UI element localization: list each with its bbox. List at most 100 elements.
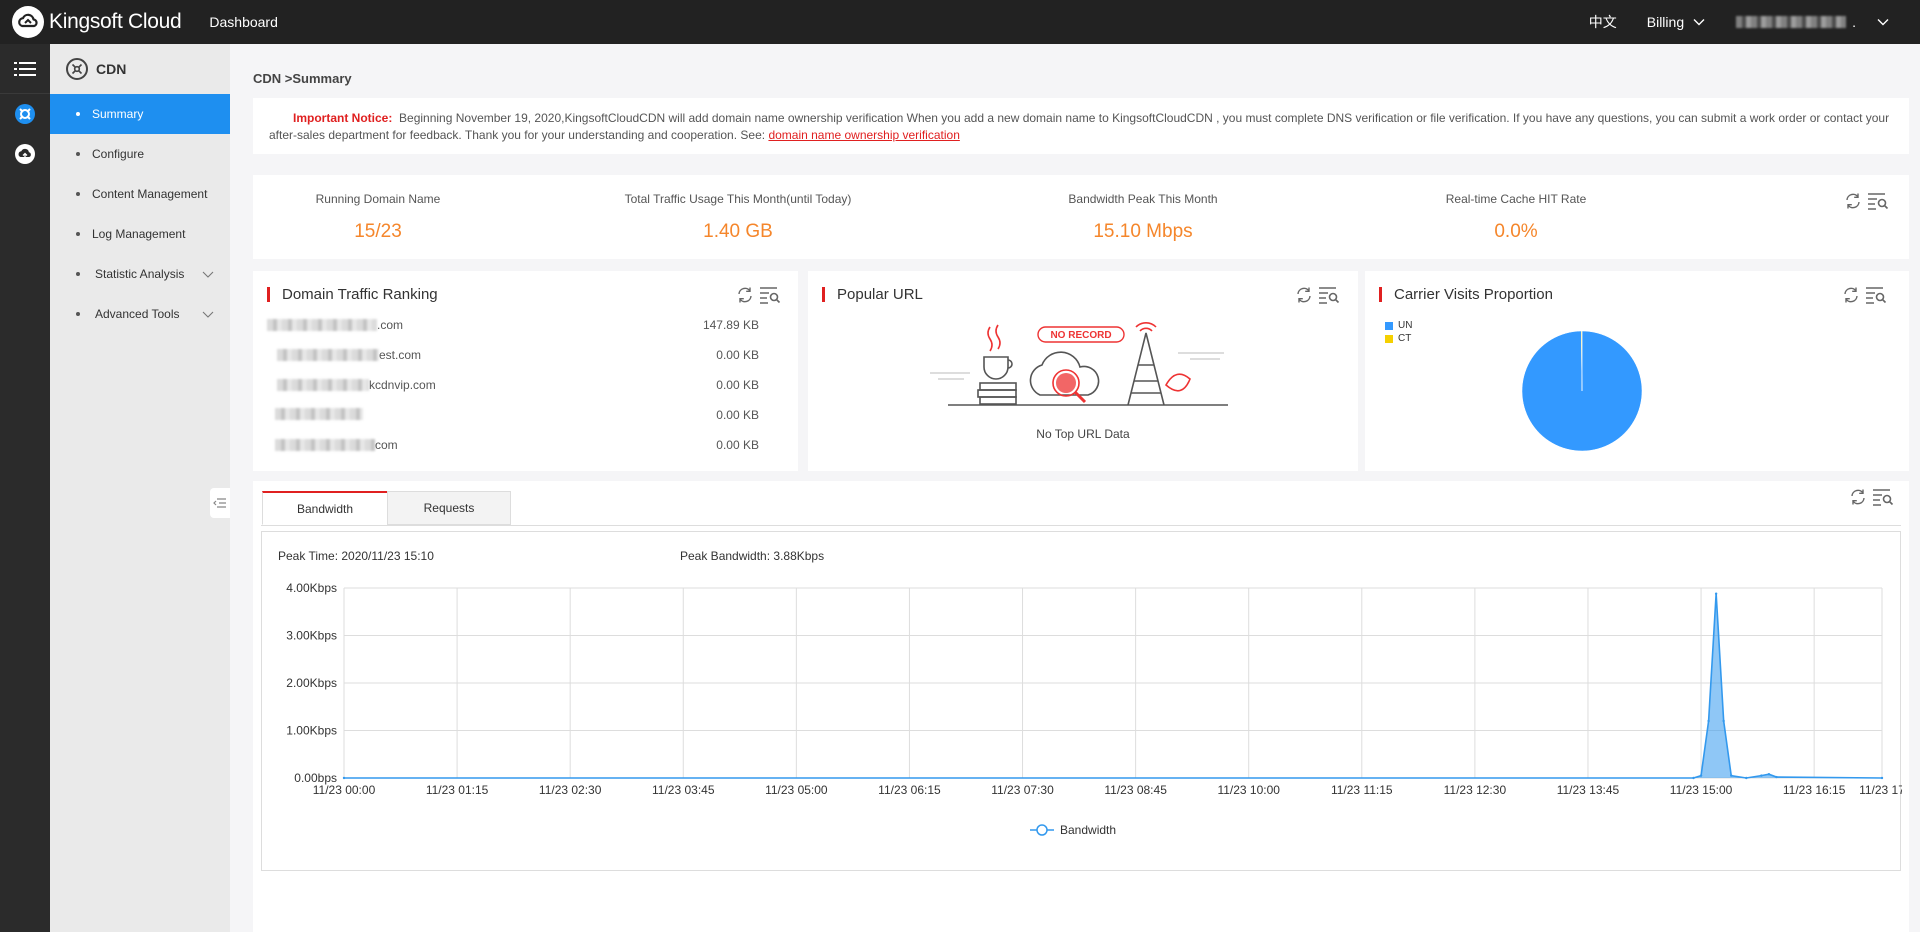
menu-item-label: Advanced Tools — [95, 307, 180, 321]
y-tick-label: 2.00Kbps — [286, 676, 337, 690]
rail-cloud[interactable] — [0, 134, 50, 174]
x-tick-label: 11/23 06:15 — [878, 783, 941, 797]
menu-item-log-management[interactable]: Log Management — [50, 214, 230, 254]
menu-item-summary[interactable]: Summary — [50, 94, 230, 134]
tab-divider — [261, 525, 1901, 526]
menu-item-statistic-analysis[interactable]: Statistic Analysis — [50, 254, 230, 294]
refresh-icon[interactable] — [1841, 285, 1861, 305]
stat-value: 15.10 Mbps — [1093, 221, 1193, 242]
x-tick-label: 11/23 12:30 — [1444, 783, 1507, 797]
menu-item-label: Log Management — [92, 227, 186, 241]
bandwidth-point — [1880, 776, 1884, 780]
domain-suffix: est.com — [379, 348, 422, 362]
traffic-value: 0.00 KB — [716, 348, 759, 362]
menu-toggle[interactable] — [0, 44, 50, 94]
x-tick-label: 11/23 02:30 — [539, 783, 602, 797]
menu-item-advanced-tools[interactable]: Advanced Tools — [50, 294, 230, 334]
traffic-value: 0.00 KB — [716, 408, 759, 422]
side-menu-header: CDN — [50, 44, 230, 94]
refresh-icon[interactable] — [1843, 191, 1863, 211]
traffic-value: 0.00 KB — [716, 438, 759, 452]
brand-logo[interactable]: Kingsoft Cloud — [12, 6, 182, 38]
chevron-down-icon — [1877, 19, 1889, 26]
domain-name: kcdnvip.com — [277, 378, 436, 392]
domain-redacted — [267, 319, 377, 331]
footer-area — [253, 906, 1909, 932]
x-tick-label: 11/23 15:00 — [1670, 783, 1733, 797]
legend-marker[interactable] — [1036, 824, 1048, 836]
detail-search-icon[interactable] — [1865, 285, 1887, 305]
x-tick-label: 11/23 01:15 — [426, 783, 489, 797]
cdn-icon — [15, 104, 35, 124]
refresh-icon[interactable] — [1294, 285, 1314, 305]
domain-name — [275, 408, 363, 420]
bullet — [76, 232, 80, 236]
x-tick-label: 11/23 11:15 — [1331, 783, 1393, 797]
x-tick-label: 11/23 03:45 — [652, 783, 715, 797]
language-switch[interactable]: 中文 — [1589, 12, 1617, 32]
x-tick-label: 11/23 10:00 — [1217, 783, 1280, 797]
legend-item-un[interactable]: UN — [1385, 319, 1412, 332]
domain-ranking-card: Domain Traffic Ranking .com 147.89 KB es… — [253, 271, 798, 471]
stat-total-traffic: Total Traffic Usage This Month(until Tod… — [593, 192, 883, 243]
tab-requests[interactable]: Requests — [387, 491, 511, 525]
detail-search-icon[interactable] — [1318, 285, 1340, 305]
refresh-icon[interactable] — [735, 285, 755, 305]
tab-bandwidth[interactable]: Bandwidth — [262, 491, 388, 525]
y-tick-label: 4.00Kbps — [286, 581, 337, 595]
domain-redacted — [275, 408, 363, 420]
card-title: Popular URL — [822, 287, 923, 302]
bullet — [76, 112, 80, 116]
ranking-row: est.com 0.00 KB — [267, 345, 777, 365]
bullet — [76, 152, 80, 156]
detail-search-icon[interactable] — [759, 285, 781, 305]
stat-label: Running Domain Name — [315, 192, 441, 206]
menu-item-label: Content Management — [92, 187, 208, 201]
menu-item-configure[interactable]: Configure — [50, 134, 230, 174]
bandwidth-point — [1767, 773, 1771, 776]
bandwidth-card: Bandwidth Requests Peak Time: 2020/11/23… — [253, 481, 1909, 906]
carrier-legend: UN CT — [1385, 319, 1412, 345]
x-tick-label: 11/23 17 — [1859, 783, 1902, 797]
legend-swatch — [1385, 321, 1393, 330]
x-tick-label: 11/23 00:00 — [313, 783, 376, 797]
collapse-sidebar-handle[interactable] — [210, 488, 230, 518]
x-tick-label: 11/23 05:00 — [765, 783, 828, 797]
legend-swatch — [1385, 334, 1393, 343]
stats-tools — [1843, 191, 1889, 211]
ownership-verification-link[interactable]: domain name ownership verification — [768, 128, 959, 142]
legend-item-ct[interactable]: CT — [1385, 332, 1412, 345]
menu-item-label: Statistic Analysis — [95, 267, 185, 281]
bullet — [76, 312, 80, 316]
domain-suffix: com — [375, 438, 398, 452]
bandwidth-point — [1714, 592, 1718, 595]
cdn-section-icon — [66, 58, 88, 80]
bandwidth-point — [342, 776, 346, 780]
stats-panel: Running Domain Name 15/23 Total Traffic … — [253, 175, 1909, 259]
legend-label[interactable]: Bandwidth — [1060, 823, 1116, 837]
dashboard-link[interactable]: Dashboard — [209, 14, 278, 30]
refresh-icon[interactable] — [1848, 487, 1868, 507]
traffic-value: 147.89 KB — [702, 318, 759, 332]
bandwidth-point — [1775, 775, 1778, 779]
popular-url-card: Popular URL NO RECORD No Top URL Data — [808, 271, 1358, 471]
x-tick-label: 11/23 13:45 — [1557, 783, 1620, 797]
billing-menu[interactable]: Billing — [1647, 14, 1706, 30]
rail-cdn[interactable] — [0, 94, 50, 134]
domain-name: .com — [267, 318, 403, 332]
brand-name: Kingsoft Cloud — [49, 10, 182, 33]
carrier-pie-chart — [1521, 330, 1643, 452]
detail-search-icon[interactable] — [1867, 191, 1889, 211]
bandwidth-point — [1692, 776, 1695, 780]
detail-search-icon[interactable] — [1872, 487, 1894, 507]
domain-redacted — [275, 439, 375, 451]
chart-tools — [1848, 487, 1894, 507]
user-menu[interactable]: . — [1736, 14, 1890, 30]
no-record-illustration: NO RECORD — [930, 322, 1228, 406]
billing-label: Billing — [1646, 14, 1685, 30]
legend-label: UN — [1398, 320, 1413, 331]
card-tools — [1841, 285, 1887, 305]
menu-item-content-management[interactable]: Content Management — [50, 174, 230, 214]
no-record-badge: NO RECORD — [1050, 330, 1111, 341]
username-redacted — [1736, 16, 1847, 28]
